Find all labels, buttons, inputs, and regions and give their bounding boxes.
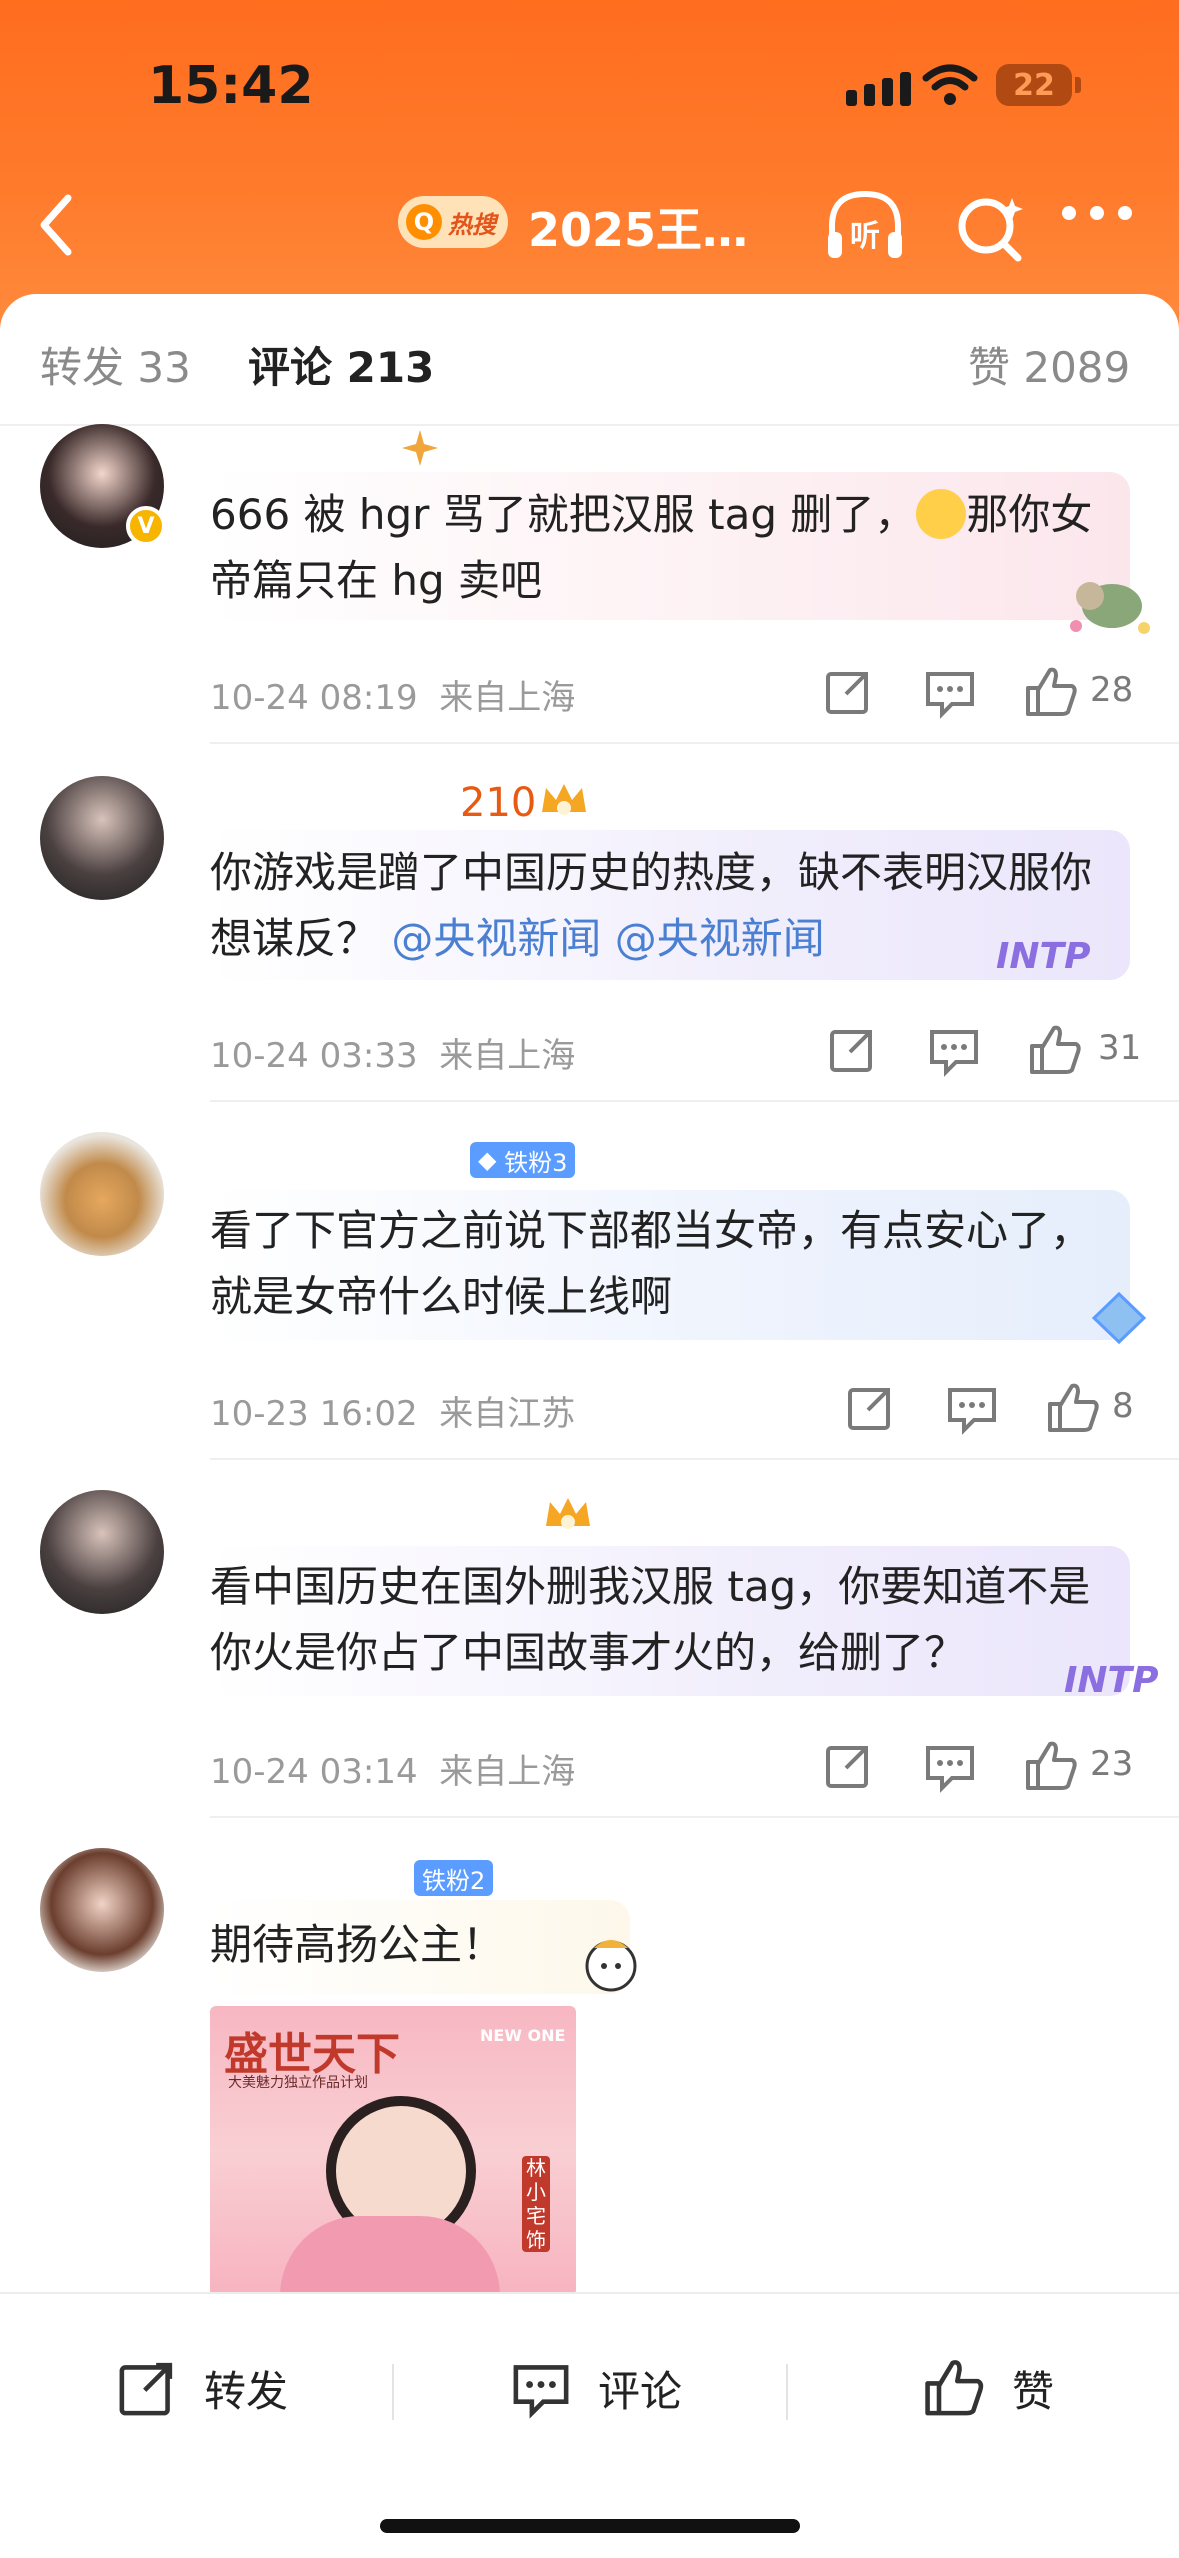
pleading-emoji-icon xyxy=(916,489,967,539)
comment-meta: 10-24 03:33 来自上海 xyxy=(210,1036,576,1076)
hot-label: 热搜 xyxy=(448,210,496,239)
username[interactable]: 210 xyxy=(460,780,536,826)
like-count: 8 xyxy=(1112,1386,1134,1426)
like-count: 28 xyxy=(1090,670,1134,710)
tab-bar: 转发 33 评论 213 赞 2089 xyxy=(0,294,1179,426)
status-time: 15:42 xyxy=(148,56,314,116)
diamond-sticker-icon xyxy=(1091,1291,1147,1345)
comment-meta: 10-24 03:14 来自上海 xyxy=(210,1752,576,1792)
bottom-action-bar: 转发 评论 赞 xyxy=(0,2292,1179,2558)
more-options-icon[interactable] xyxy=(1062,206,1132,220)
turtle-sticker-icon xyxy=(1070,582,1150,634)
repost-icon[interactable] xyxy=(820,1738,876,1794)
comment-text: 看了下官方之前说下部都当女帝，有点安心了，就是女帝什么时候上线啊 xyxy=(210,1206,1093,1321)
signal-icon xyxy=(846,72,911,106)
cute-sticker-icon xyxy=(585,1940,637,1992)
reply-icon[interactable] xyxy=(922,664,978,720)
hot-search-badge[interactable]: Q 热搜 xyxy=(398,196,508,248)
like-icon[interactable] xyxy=(1046,1380,1102,1436)
divider xyxy=(210,1458,1179,1460)
like-count: 31 xyxy=(1098,1028,1142,1068)
poster-logo: NEW ONE xyxy=(480,2026,566,2045)
poster-tag: 林小宅饰 xyxy=(522,2156,550,2252)
crown-badge-icon xyxy=(542,784,586,815)
bottom-repost-label: 转发 xyxy=(204,2366,289,2416)
home-indicator[interactable] xyxy=(380,2519,800,2533)
comment-text: 你游戏是蹭了中国历史的热度，缺不表明汉服你想谋反？ @央视新闻 @央视新闻 xyxy=(210,848,1093,963)
repost-icon[interactable] xyxy=(842,1380,898,1436)
mention-link[interactable]: @央视新闻 xyxy=(615,914,825,963)
tab-repost[interactable]: 转发 33 xyxy=(40,334,191,395)
crown-badge-icon xyxy=(546,1498,590,1529)
search-icon[interactable] xyxy=(946,184,1036,274)
mention-link[interactable]: @央视新闻 xyxy=(391,914,601,963)
avatar[interactable] xyxy=(40,1848,164,1972)
like-count: 23 xyxy=(1090,1744,1134,1784)
battery-indicator: 22 xyxy=(996,64,1072,106)
divider xyxy=(786,2364,788,2420)
battery-tip xyxy=(1075,77,1081,93)
fan-level-badge: ◆ 铁粉3 xyxy=(470,1142,576,1178)
page-title[interactable]: 2025王… xyxy=(528,194,748,260)
reply-icon[interactable] xyxy=(922,1738,978,1794)
bottom-like-label: 赞 xyxy=(1012,2366,1055,2416)
like-icon xyxy=(925,2360,984,2416)
comment-image[interactable]: 盛世天下 大美魅力独立作品计划 NEW ONE 林小宅饰 xyxy=(210,2006,576,2296)
divider xyxy=(210,1100,1179,1102)
repost-icon[interactable] xyxy=(820,664,876,720)
search-small-icon: Q xyxy=(406,204,442,240)
repost-icon xyxy=(119,2362,173,2416)
comment-meta: 10-24 08:19 来自上海 xyxy=(210,678,576,718)
like-icon[interactable] xyxy=(1024,664,1080,720)
comment-meta: 10-23 16:02 来自江苏 xyxy=(210,1394,576,1434)
back-arrow-icon[interactable] xyxy=(32,190,80,260)
comment-text: 看中国历史在国外删我汉服 tag，你要知道不是你火是你占了中国故事才火的，给删了… xyxy=(210,1562,1091,1677)
intp-decoration: INTP xyxy=(996,936,1091,977)
bottom-repost-button[interactable]: 转发 xyxy=(112,2356,288,2420)
bottom-comment-button[interactable]: 评论 xyxy=(506,2356,682,2420)
top-header: 15:42 22 Q 热搜 2025王… 听 xyxy=(0,0,1179,330)
sparkle-decoration-icon xyxy=(402,430,438,466)
divider xyxy=(210,742,1179,744)
comment-icon xyxy=(513,2365,569,2419)
comments-sheet: 转发 33 评论 213 赞 2089 xyxy=(0,294,1179,2556)
reply-icon[interactable] xyxy=(926,1022,982,1078)
tab-like[interactable]: 赞 2089 xyxy=(968,334,1130,395)
tab-comment[interactable]: 评论 213 xyxy=(248,334,434,395)
comment-text: 666 被 hgr 骂了就把汉服 tag 删了， 那你女帝篇只在 hg 卖吧 xyxy=(210,489,1093,605)
bottom-comment-label: 评论 xyxy=(598,2366,683,2416)
avatar[interactable] xyxy=(40,1490,164,1614)
repost-icon[interactable] xyxy=(824,1022,880,1078)
like-icon[interactable] xyxy=(1024,1738,1080,1794)
listen-headphones-icon[interactable]: 听 xyxy=(820,182,910,272)
verified-badge-icon: V xyxy=(126,506,166,546)
listen-label: 听 xyxy=(850,219,880,254)
comment-text: 期待高扬公主！ xyxy=(210,1920,505,1969)
avatar[interactable] xyxy=(40,1132,164,1256)
bottom-like-button[interactable]: 赞 xyxy=(920,2356,1054,2420)
avatar[interactable] xyxy=(40,776,164,900)
wifi-icon xyxy=(922,64,978,105)
poster-dress xyxy=(280,2216,500,2296)
intp-decoration: INTP xyxy=(1064,1660,1159,1701)
reply-icon[interactable] xyxy=(944,1380,1000,1436)
fan-level-badge: 铁粉2 xyxy=(414,1860,494,1896)
divider xyxy=(392,2364,394,2420)
like-icon[interactable] xyxy=(1028,1022,1084,1078)
poster-subtitle: 大美魅力独立作品计划 xyxy=(228,2075,368,2091)
divider xyxy=(210,1816,1179,1818)
